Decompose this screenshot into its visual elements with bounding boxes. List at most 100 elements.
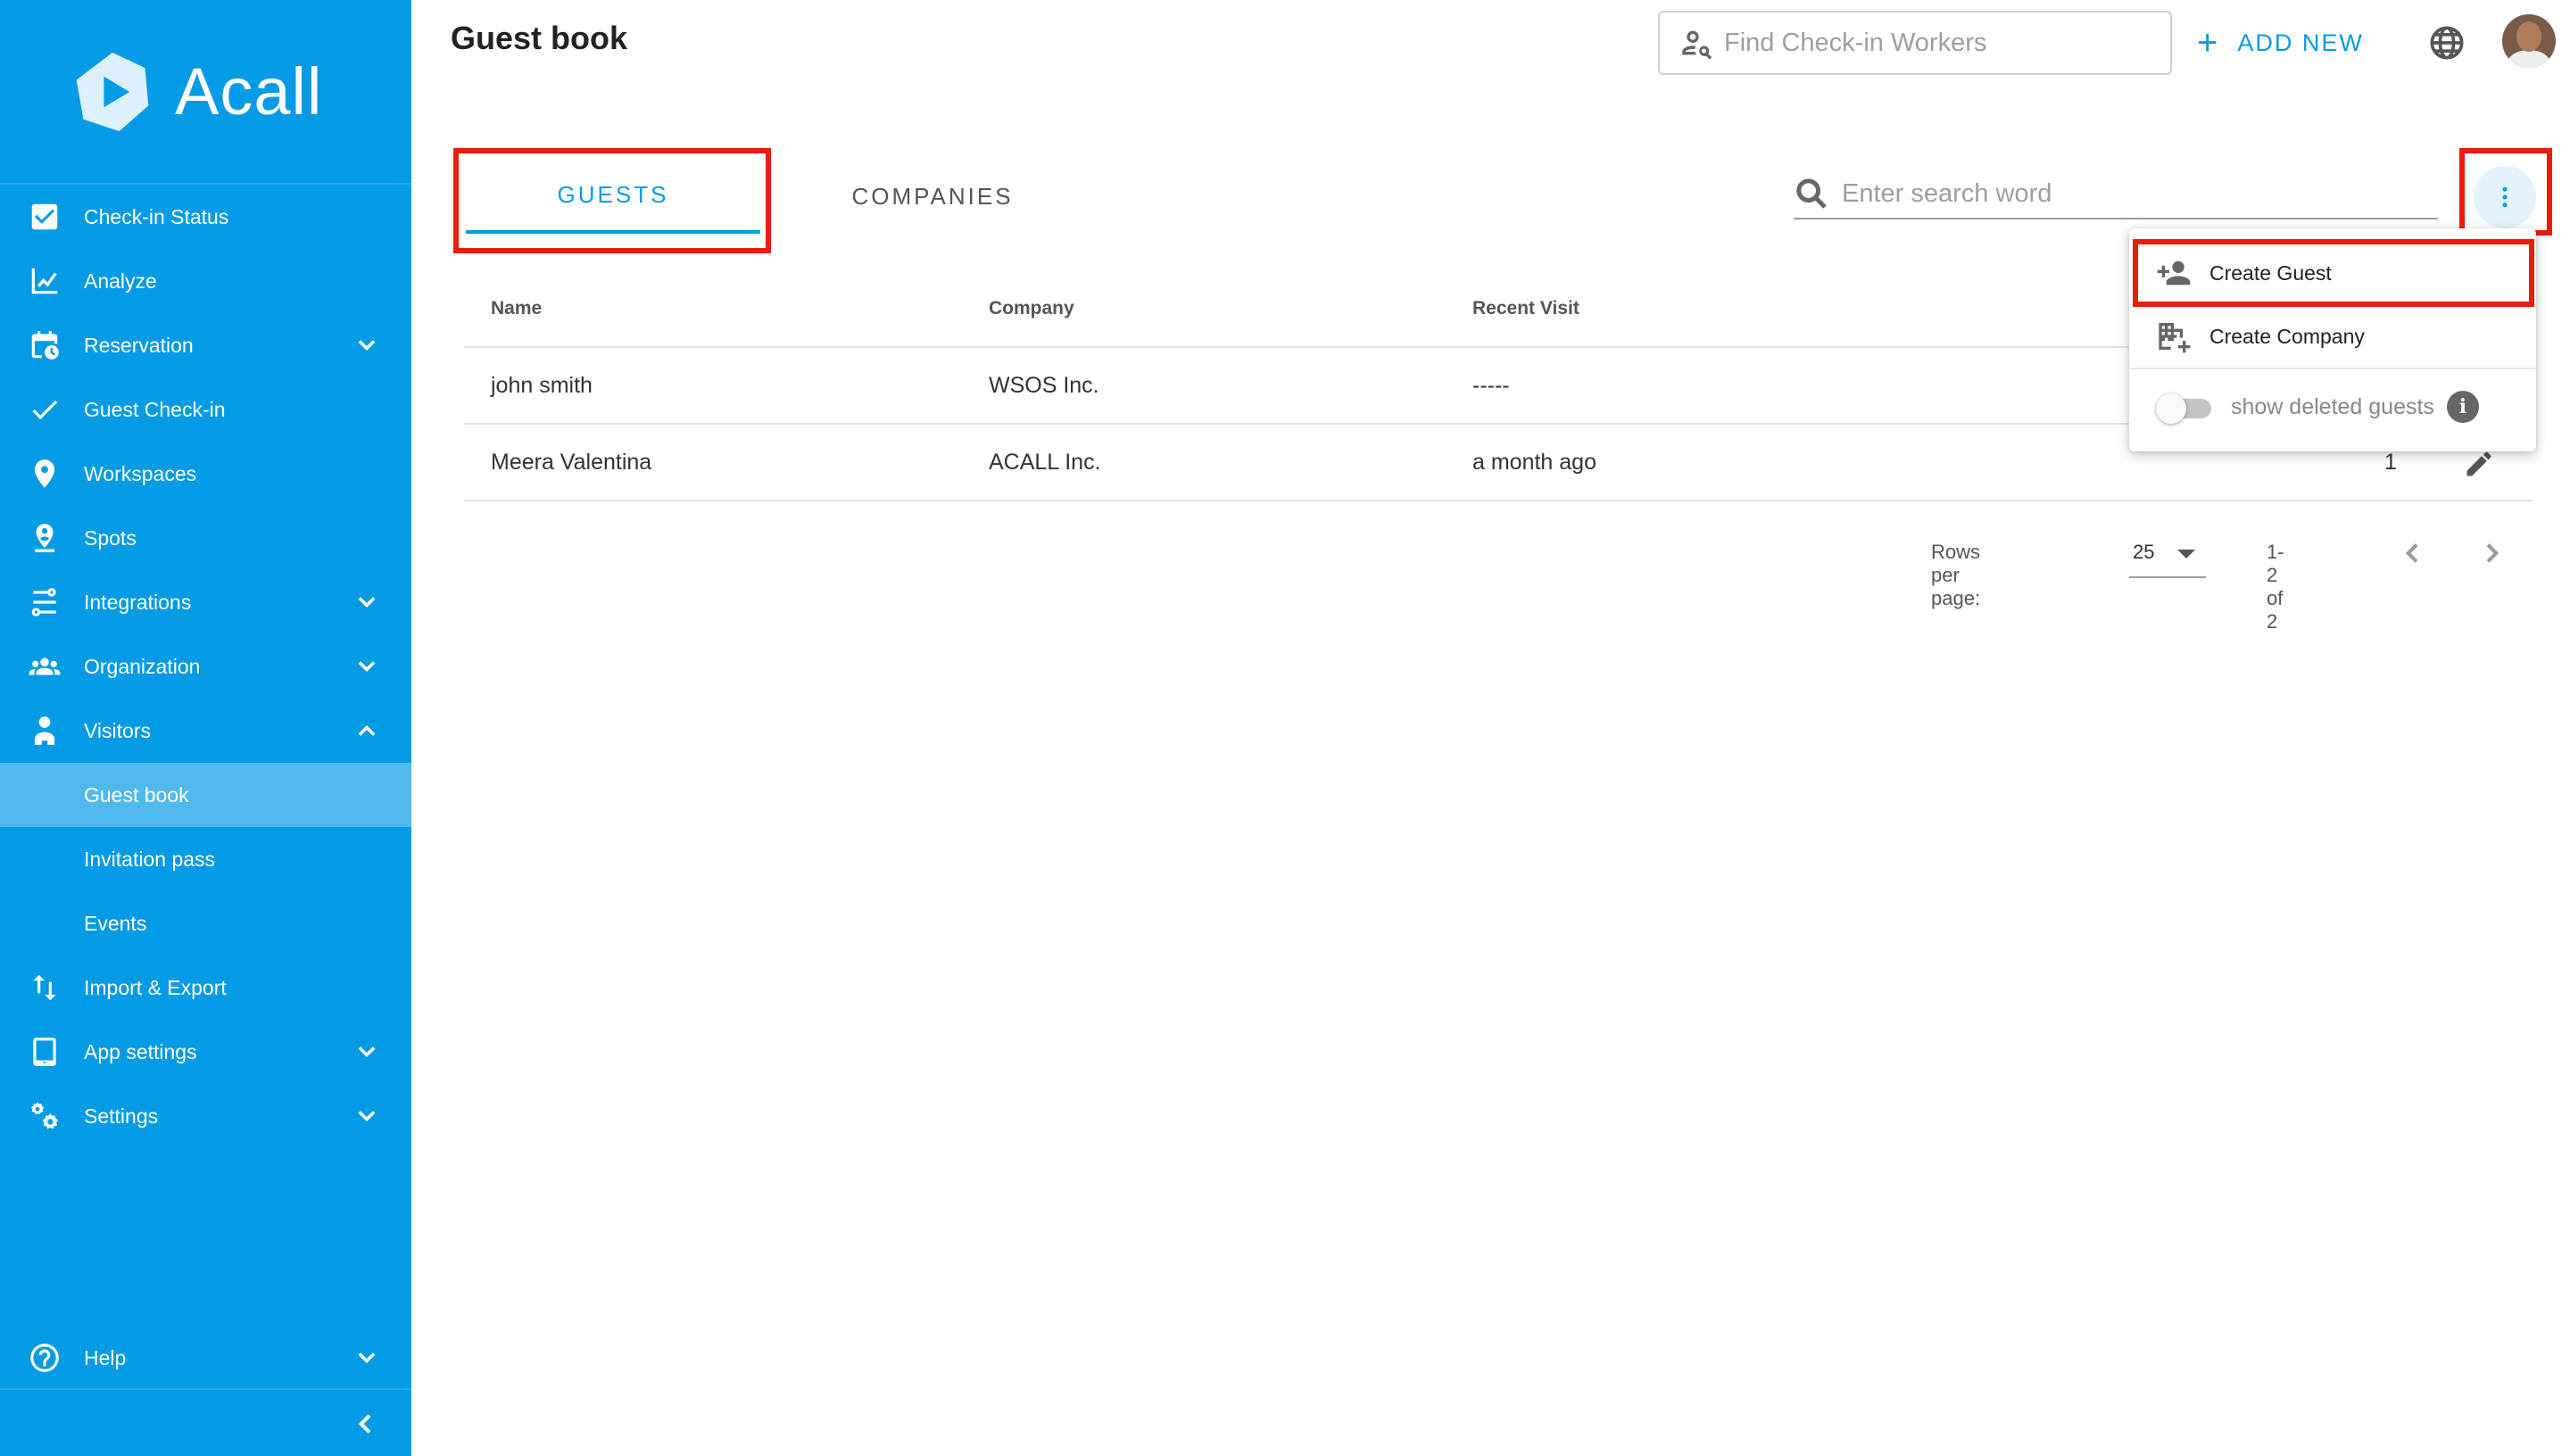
cell-recent-visit: a month ago <box>1472 449 1596 475</box>
sidebar-subitem-events[interactable]: Events <box>0 891 411 956</box>
language-globe-button[interactable] <box>2429 25 2465 61</box>
cell-recent-visit: ----- <box>1472 372 1510 398</box>
column-header-recent-visit[interactable]: Recent Visit <box>1472 298 1579 319</box>
find-check-in-workers-field[interactable] <box>1658 11 2172 75</box>
add-new-label: ADD NEW <box>2237 29 2364 56</box>
sidebar-nav: Check-in Status Analyze Reservation Gues… <box>0 185 411 1148</box>
globe-icon <box>2430 26 2464 60</box>
sidebar-item-label: Guest Check-in <box>84 397 226 421</box>
sidebar-subitem-invitation-pass[interactable]: Invitation pass <box>0 827 411 891</box>
sidebar-item-settings[interactable]: Settings <box>0 1084 411 1148</box>
sidebar-item-analyze[interactable]: Analyze <box>0 249 411 313</box>
column-header-company[interactable]: Company <box>989 298 1074 319</box>
integration-icon <box>27 584 62 620</box>
sidebar-item-organization[interactable]: Organization <box>0 634 411 699</box>
rows-per-page-select[interactable]: 25 <box>2129 526 2206 578</box>
column-header-name[interactable]: Name <box>491 298 542 319</box>
chevron-down-icon <box>354 1104 379 1129</box>
person-search-icon <box>1682 30 1712 60</box>
chevron-left-icon <box>2405 543 2418 563</box>
sidebar-subitem-guest-book[interactable]: Guest book <box>0 763 411 827</box>
find-check-in-workers-input[interactable] <box>1724 28 2152 58</box>
cell-company: WSOS Inc. <box>989 372 1099 398</box>
chevron-down-icon <box>354 333 379 358</box>
chevron-right-icon <box>2486 543 2500 563</box>
edit-pencil-icon[interactable] <box>2463 448 2495 480</box>
sidebar-item-label: Check-in Status <box>84 204 229 228</box>
sidebar-item-label: Integrations <box>84 590 192 614</box>
show-deleted-guests-toggle[interactable] <box>2156 393 2211 424</box>
pagination-range: 1-2 of 2 <box>2267 541 2284 633</box>
sidebar-item-help[interactable]: Help <box>0 1326 411 1390</box>
brand-logo[interactable]: Acall <box>0 0 411 185</box>
map-pin-icon <box>27 456 62 492</box>
sidebar-item-integrations[interactable]: Integrations <box>0 570 411 634</box>
chevron-down-icon <box>354 590 379 615</box>
cell-name: Meera Valentina <box>491 449 652 475</box>
user-avatar[interactable] <box>2502 14 2556 68</box>
sidebar-item-label: Analyze <box>84 269 157 293</box>
sidebar-item-app-settings[interactable]: App settings <box>0 1020 411 1084</box>
sidebar-help: Help <box>0 1326 411 1390</box>
sidebar-item-label: Settings <box>84 1104 159 1128</box>
chevron-down-icon <box>354 654 379 679</box>
person-pin-icon <box>27 520 62 556</box>
sidebar-item-reservation[interactable]: Reservation <box>0 313 411 377</box>
check-icon <box>27 392 62 427</box>
add-new-button[interactable]: + ADD NEW <box>2197 23 2364 62</box>
sidebar-item-label: Workspaces <box>84 461 197 485</box>
brand-name: Acall <box>175 54 323 128</box>
visitor-icon <box>27 713 62 749</box>
next-page-button[interactable] <box>2477 539 2506 567</box>
menu-item-label: Create Company <box>2209 324 2365 348</box>
sidebar-item-visitors[interactable]: Visitors <box>0 699 411 763</box>
sidebar-item-label: Spots <box>84 525 137 550</box>
sidebar-item-workspaces[interactable]: Workspaces <box>0 442 411 506</box>
sidebar-item-spots[interactable]: Spots <box>0 506 411 570</box>
acall-logo-icon <box>76 52 149 131</box>
guest-search-field[interactable] <box>1794 170 2438 219</box>
highlight-box-guests-tab <box>453 148 771 253</box>
people-icon <box>27 649 62 684</box>
chevron-up-icon <box>354 718 379 743</box>
highlight-box-create-guest <box>2133 239 2534 307</box>
collapse-sidebar-button[interactable] <box>0 1388 411 1456</box>
gears-icon <box>27 1098 62 1134</box>
cell-company: ACALL Inc. <box>989 449 1101 475</box>
cell-name: john smith <box>491 372 593 398</box>
add-business-icon <box>2159 323 2191 353</box>
highlight-box-more-options <box>2459 148 2552 236</box>
guest-search-input[interactable] <box>1842 178 2413 209</box>
menu-item-create-company[interactable]: Create Company <box>2129 305 2536 369</box>
chevron-down-icon <box>354 1039 379 1064</box>
info-icon[interactable]: i <box>2446 391 2479 423</box>
tab-companies[interactable]: COMPANIES <box>785 159 1080 234</box>
import-export-icon <box>27 970 62 1005</box>
show-deleted-guests-row: show deleted guests i <box>2156 382 2522 432</box>
rows-per-page-label: Rows per page: <box>1931 541 1981 609</box>
sidebar-item-label: Visitors <box>84 718 151 742</box>
previous-page-button[interactable] <box>2399 539 2427 567</box>
calendar-clock-icon <box>27 327 62 363</box>
dropdown-arrow-icon <box>2177 550 2195 558</box>
sidebar-item-label: Import & Export <box>84 975 227 999</box>
show-deleted-guests-label: show deleted guests <box>2231 393 2434 419</box>
sidebar-item-label: Organization <box>84 654 201 678</box>
sidebar-item-label: Help <box>84 1345 127 1369</box>
sidebar-item-guest-check-in[interactable]: Guest Check-in <box>0 377 411 442</box>
help-circle-icon <box>27 1340 62 1376</box>
page-title: Guest book <box>451 20 628 56</box>
sidebar-item-label: App settings <box>84 1039 197 1063</box>
checkbox-icon <box>27 199 62 235</box>
chart-line-icon <box>27 263 62 299</box>
sidebar-item-import-export[interactable]: Import & Export <box>0 956 411 1020</box>
cell-visit-count: 1 <box>2384 449 2397 475</box>
sidebar-item-check-in-status[interactable]: Check-in Status <box>0 185 411 249</box>
sidebar-item-label: Reservation <box>84 333 194 357</box>
chevron-down-icon <box>354 1345 379 1370</box>
tablet-icon <box>27 1034 62 1070</box>
sidebar: Acall Check-in Status Analyze Reservatio… <box>0 0 411 1456</box>
chevron-left-icon <box>352 1410 380 1438</box>
plus-icon: + <box>2197 23 2220 62</box>
rows-per-page-value: 25 <box>2133 541 2155 563</box>
